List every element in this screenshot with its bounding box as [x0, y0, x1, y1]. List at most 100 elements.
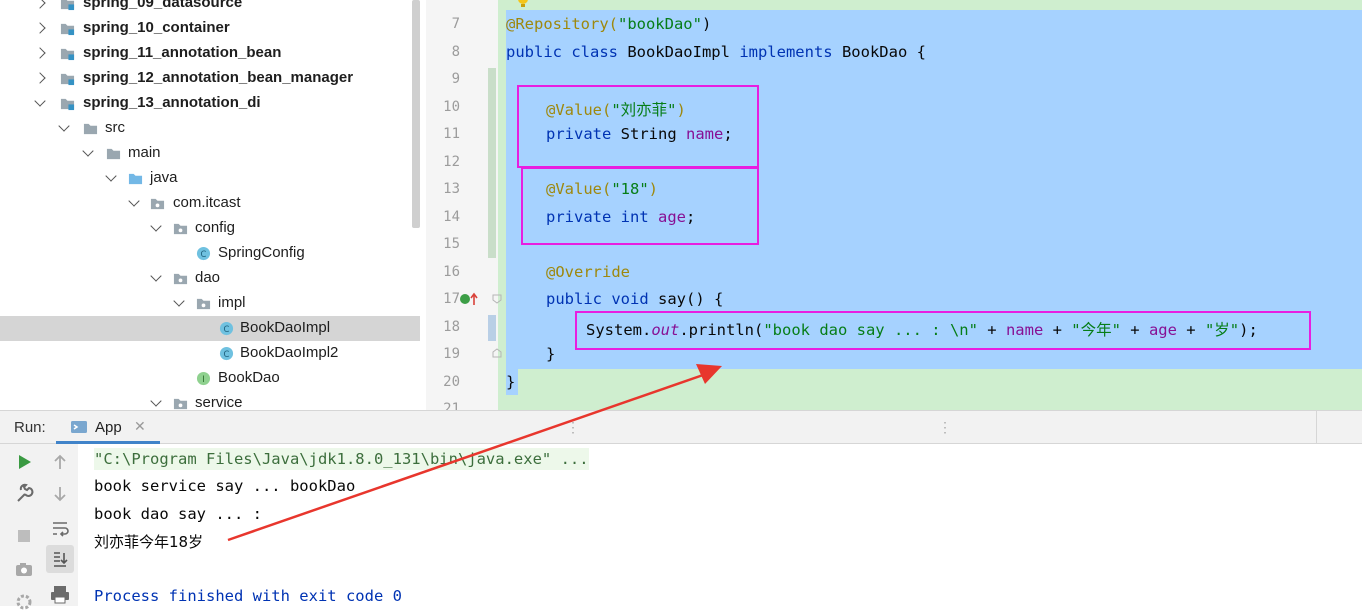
- tree-item-spring-11[interactable]: spring_11_annotation_bean: [0, 41, 420, 66]
- folder-icon: [106, 148, 121, 160]
- highlight-box-println: [575, 311, 1311, 350]
- module-folder-icon: [60, 73, 75, 86]
- line-number: 9: [451, 71, 460, 87]
- package-icon: [173, 273, 188, 285]
- tree-item-springconfig[interactable]: C SpringConfig: [0, 241, 420, 266]
- chevron-down-icon[interactable]: [150, 270, 162, 282]
- stop-icon[interactable]: [10, 522, 38, 550]
- chevron-down-icon[interactable]: [173, 295, 185, 307]
- code-line-16: @Override: [546, 263, 630, 281]
- svg-text:I: I: [202, 374, 204, 384]
- tree-item-label: service: [195, 394, 243, 410]
- line-number: 7: [451, 16, 460, 32]
- keyword-token: implements: [739, 43, 833, 61]
- arrow-down-icon[interactable]: [46, 480, 74, 508]
- code-token: }: [546, 345, 556, 363]
- separator-handle: ⋮: [938, 419, 952, 435]
- package-icon: [173, 223, 188, 235]
- fold-icon[interactable]: [492, 348, 502, 358]
- chevron-down-icon[interactable]: [58, 120, 70, 132]
- tree-item-label: java: [150, 169, 178, 186]
- chevron-right-icon[interactable]: [34, 47, 46, 59]
- chevron-down-icon[interactable]: [34, 95, 46, 107]
- soft-wrap-icon[interactable]: [46, 514, 74, 542]
- line-number: 17: [443, 291, 460, 307]
- app-config-icon: [71, 421, 87, 433]
- code-line-19: }: [546, 345, 555, 363]
- tree-item-config[interactable]: config: [0, 216, 420, 241]
- chevron-right-icon[interactable]: [34, 0, 46, 9]
- lightbulb-icon[interactable]: [516, 0, 530, 8]
- line-number: 15: [443, 236, 460, 252]
- class-icon: C: [219, 346, 234, 361]
- chevron-down-icon[interactable]: [128, 195, 140, 207]
- annotation-token: @Override: [546, 263, 630, 281]
- code-editor[interactable]: 7 8 9 10 11 12 13 14 15 16 17 18 19 20 2…: [426, 0, 1362, 410]
- tree-item-com-itcast[interactable]: com.itcast: [0, 191, 420, 216]
- line-number: 18: [443, 319, 460, 335]
- module-folder-icon: [60, 48, 75, 61]
- console-line: book service say ... bookDao: [94, 477, 356, 495]
- code-token: BookDao {: [832, 43, 926, 61]
- wrench-icon[interactable]: [10, 480, 38, 508]
- code-token: BookDaoImpl: [617, 43, 740, 61]
- chevron-right-icon[interactable]: [34, 72, 46, 84]
- tree-item-spring-12[interactable]: spring_12_annotation_bean_manager: [0, 66, 420, 91]
- code-token: ): [701, 15, 712, 33]
- line-number: 21: [443, 401, 460, 410]
- run-label: Run:: [14, 419, 46, 436]
- console-output[interactable]: "C:\Program Files\Java\jdk1.8.0_131\bin\…: [78, 444, 1362, 606]
- tree-item-label: spring_12_annotation_bean_manager: [83, 69, 354, 86]
- camera-icon[interactable]: [10, 555, 38, 583]
- scroll-to-end-toggle[interactable]: [46, 545, 74, 573]
- implements-method-icon[interactable]: [460, 292, 482, 306]
- close-icon[interactable]: ✕: [134, 418, 146, 435]
- tree-item-java[interactable]: java: [0, 166, 420, 191]
- tree-item-dao[interactable]: dao: [0, 266, 420, 291]
- fold-icon[interactable]: [492, 294, 502, 304]
- tree-item-spring-09[interactable]: spring_09_datasource: [0, 0, 420, 16]
- rerun-icon[interactable]: [10, 448, 38, 476]
- tree-item-service[interactable]: service: [0, 391, 420, 410]
- arrow-up-icon[interactable]: [46, 448, 74, 476]
- package-icon: [173, 398, 188, 410]
- tree-item-label: config: [195, 219, 236, 236]
- line-number: 8: [451, 44, 460, 60]
- svg-text:C: C: [224, 324, 230, 334]
- tree-scrollbar[interactable]: [412, 0, 420, 228]
- highlight-box-age: [521, 167, 759, 245]
- tab-app[interactable]: App ✕: [56, 411, 160, 444]
- tree-item-spring-13[interactable]: spring_13_annotation_di: [0, 91, 420, 116]
- module-folder-icon: [60, 98, 75, 111]
- highlight-box-name: [517, 85, 759, 168]
- tree-item-impl[interactable]: impl: [0, 291, 420, 316]
- chevron-down-icon[interactable]: [105, 170, 117, 182]
- line-number: 20: [443, 374, 460, 390]
- line-number: 12: [443, 154, 460, 170]
- tree-item-spring-10[interactable]: spring_10_container: [0, 16, 420, 41]
- console-line-exit: Process finished with exit code 0: [94, 587, 402, 605]
- run-toolbar: Run: App ✕ ⋮ ⋮: [0, 410, 1362, 444]
- tree-item-label: impl: [218, 294, 246, 311]
- tree-item-main[interactable]: main: [0, 141, 420, 166]
- class-icon: C: [219, 321, 234, 336]
- code-line-20: }: [506, 373, 515, 391]
- tree-item-bookdaoimpl[interactable]: C BookDaoImpl: [0, 316, 420, 341]
- print-icon[interactable]: [46, 580, 74, 608]
- source-folder-icon: [128, 173, 143, 185]
- tree-item-bookdao[interactable]: I BookDao: [0, 366, 420, 391]
- tree-item-label: spring_13_annotation_di: [83, 94, 261, 111]
- class-icon: C: [196, 246, 211, 261]
- divider: [1316, 411, 1317, 444]
- chevron-down-icon[interactable]: [82, 145, 94, 157]
- code-line-17: public void say() {: [546, 290, 723, 308]
- chevron-right-icon[interactable]: [34, 22, 46, 34]
- code-line-7: @Repository("bookDao"): [506, 15, 711, 33]
- settings-icon[interactable]: [10, 588, 38, 616]
- tree-item-bookdaoimpl2[interactable]: C BookDaoImpl2: [0, 341, 420, 366]
- chevron-down-icon[interactable]: [150, 220, 162, 232]
- module-folder-icon: [60, 0, 75, 11]
- project-tree: spring_09_datasource spring_10_container…: [0, 0, 426, 410]
- chevron-down-icon[interactable]: [150, 395, 162, 407]
- tree-item-src[interactable]: src: [0, 116, 420, 141]
